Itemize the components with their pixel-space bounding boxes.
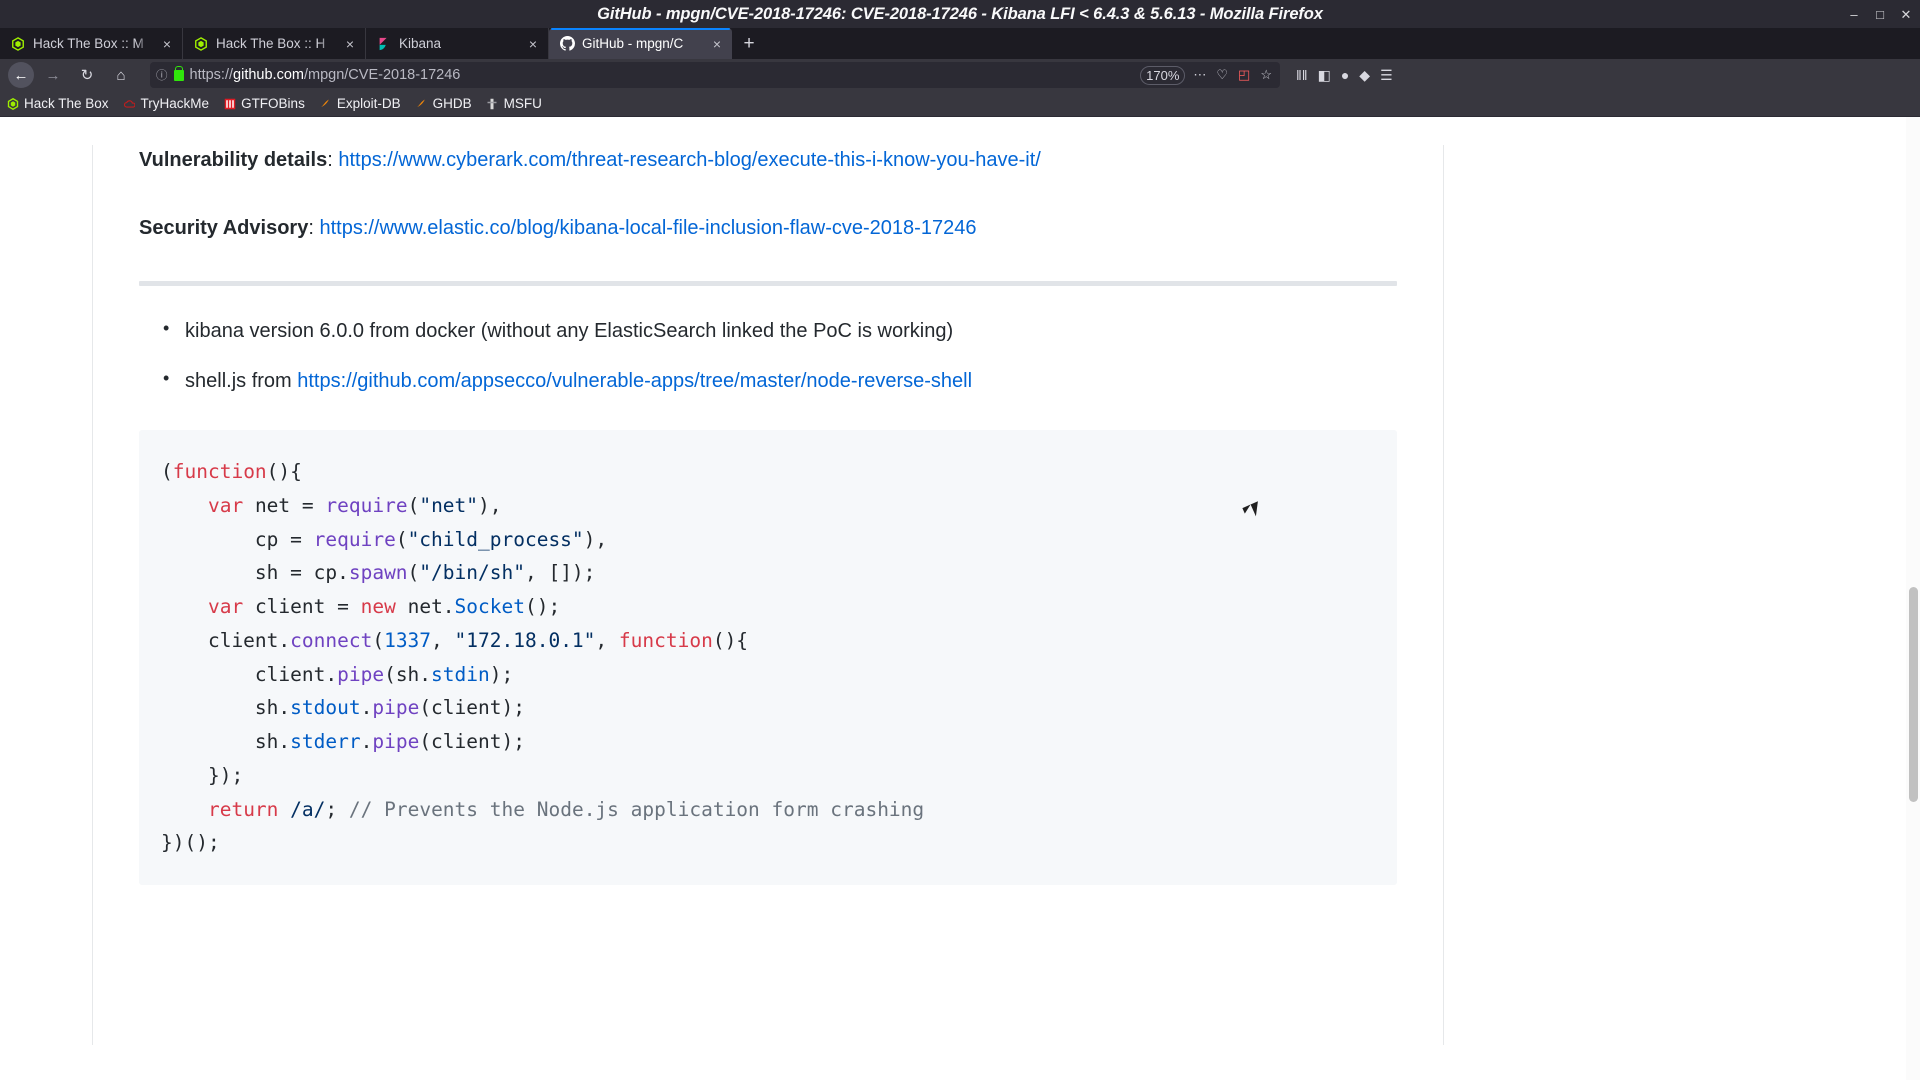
minimize-button[interactable]: – [1848,8,1860,21]
close-tab-button[interactable]: × [526,37,540,51]
vulnerability-details-paragraph: Vulnerability details: https://www.cyber… [139,145,1397,175]
page-actions-icon[interactable]: ⋯ [1191,67,1208,83]
bookmark-hack-the-box[interactable]: Hack The Box [6,96,109,111]
javascript-source: (function(){ var net = require("net"), c… [161,460,925,855]
code-block[interactable]: (function(){ var net = require("net"), c… [139,430,1397,885]
bookmark-msfu[interactable]: MSFU [486,96,542,111]
bookmark-gtfobins[interactable]: GTFOBins [223,96,305,111]
home-button[interactable]: ⌂ [106,62,136,88]
readme-container: Vulnerability details: https://www.cyber… [92,145,1444,1045]
shell-js-prefix: shell.js from [185,370,298,392]
horizontal-divider [139,281,1397,286]
url-scheme: https:// [189,67,234,83]
url-text: https://github.com/mpgn/CVE-2018-17246 [190,67,1135,83]
htb-icon [6,97,19,110]
new-tab-button[interactable]: + [732,28,766,59]
window-titlebar: GitHub - mpgn/CVE-2018-17246: CVE-2018-1… [0,0,1920,28]
vuln-separator: : [327,149,339,171]
msfu-icon [486,97,499,110]
bookmark-label: TryHackMe [140,96,210,111]
page-content: Vulnerability details: https://www.cyber… [0,117,1920,1045]
bookmark-star-icon[interactable]: ☆ [1258,67,1274,83]
page-scrollbar[interactable] [1906,117,1920,1080]
tab-label: Hack The Box :: M [33,36,144,51]
list-item: kibana version 6.0.0 from docker (withou… [163,315,1397,346]
advisory-separator: : [308,217,320,239]
ghdb-icon [415,97,428,110]
bookmark-label: Hack The Box [24,96,109,111]
kibana-icon [376,36,392,52]
zoom-level-badge[interactable]: 170% [1140,65,1186,85]
bookmark-ghdb[interactable]: GHDB [415,96,472,111]
github-icon [559,36,575,52]
library-icon[interactable]: ‖‖ [1296,67,1308,83]
security-advisory-paragraph: Security Advisory: https://www.elastic.c… [139,213,1397,243]
bookmark-label: GTFOBins [241,96,305,111]
extension-icon[interactable]: ◆ [1359,67,1370,84]
shell-js-link[interactable]: https://github.com/appsecco/vulnerable-a… [297,370,972,392]
bookmark-exploit-db[interactable]: Exploit-DB [319,96,401,111]
back-button[interactable]: ← [8,62,34,88]
tab-label: Hack The Box :: H [216,36,326,51]
maximize-button[interactable]: □ [1874,8,1886,21]
bookmark-label: MSFU [503,96,542,111]
requirements-list: kibana version 6.0.0 from docker (withou… [139,315,1397,396]
exploitdb-icon [319,97,332,110]
pocket-icon[interactable]: ♡ [1214,67,1230,83]
close-tab-button[interactable]: × [160,37,174,51]
tab-label: Kibana [399,36,442,51]
window-title: GitHub - mpgn/CVE-2018-17246: CVE-2018-1… [597,4,1323,23]
tab-github-active[interactable]: GitHub - mpgn/C × [549,28,732,59]
close-tab-button[interactable]: × [343,37,357,51]
close-window-button[interactable]: ✕ [1900,8,1912,21]
navigation-toolbar: ← → ↻ ⌂ ⓘ https://github.com/mpgn/CVE-20… [0,59,1920,91]
vulnerability-details-label: Vulnerability details [139,149,328,171]
thm-icon [123,97,136,110]
bookmarks-bar: Hack The Box TryHackMe GTFOBins Exploit-… [0,91,1920,117]
bookmark-label: GHDB [432,96,472,111]
address-bar[interactable]: ⓘ https://github.com/mpgn/CVE-2018-17246… [150,62,1280,88]
scrollbar-thumb[interactable] [1909,587,1918,802]
reload-button[interactable]: ↻ [72,62,102,88]
tab-hack-the-box-1[interactable]: Hack The Box :: M × [0,28,183,59]
page-viewport: Vulnerability details: https://www.cyber… [0,117,1920,1080]
vulnerability-details-link[interactable]: https://www.cyberark.com/threat-research… [338,149,1040,171]
tab-kibana[interactable]: Kibana × [366,28,549,59]
url-path: /mpgn/CVE-2018-17246 [303,67,461,83]
list-item: shell.js from https://github.com/appsecc… [163,365,1397,396]
security-advisory-label: Security Advisory [139,217,309,239]
close-tab-button[interactable]: × [710,37,724,51]
htb-icon [10,36,26,52]
url-domain: github.com [233,67,304,83]
menu-icon[interactable]: ☰ [1380,67,1393,84]
gtfobins-icon [223,97,236,110]
window-controls: – □ ✕ [1848,0,1912,28]
bookmark-label: Exploit-DB [336,96,401,111]
lock-icon [173,65,184,81]
toolbar-right-icons: ‖‖ ◧ ● ◆ ☰ [1290,67,1393,84]
account-icon[interactable]: ● [1341,67,1349,83]
htb-icon [193,36,209,52]
page-info-icon[interactable]: ⓘ [156,67,168,83]
bookmark-tryhackme[interactable]: TryHackMe [123,96,210,111]
tab-label: GitHub - mpgn/C [582,36,684,51]
tab-hack-the-box-2[interactable]: Hack The Box :: H × [183,28,366,59]
kibana-version-text: kibana version 6.0.0 from docker (withou… [185,320,954,342]
forward-button[interactable]: → [38,62,68,88]
security-advisory-link[interactable]: https://www.elastic.co/blog/kibana-local… [319,217,976,239]
tab-bar: Hack The Box :: M × Hack The Box :: H × … [0,28,1920,59]
screenshot-icon[interactable]: ◰ [1236,67,1252,83]
sidebar-icon[interactable]: ◧ [1318,67,1331,84]
